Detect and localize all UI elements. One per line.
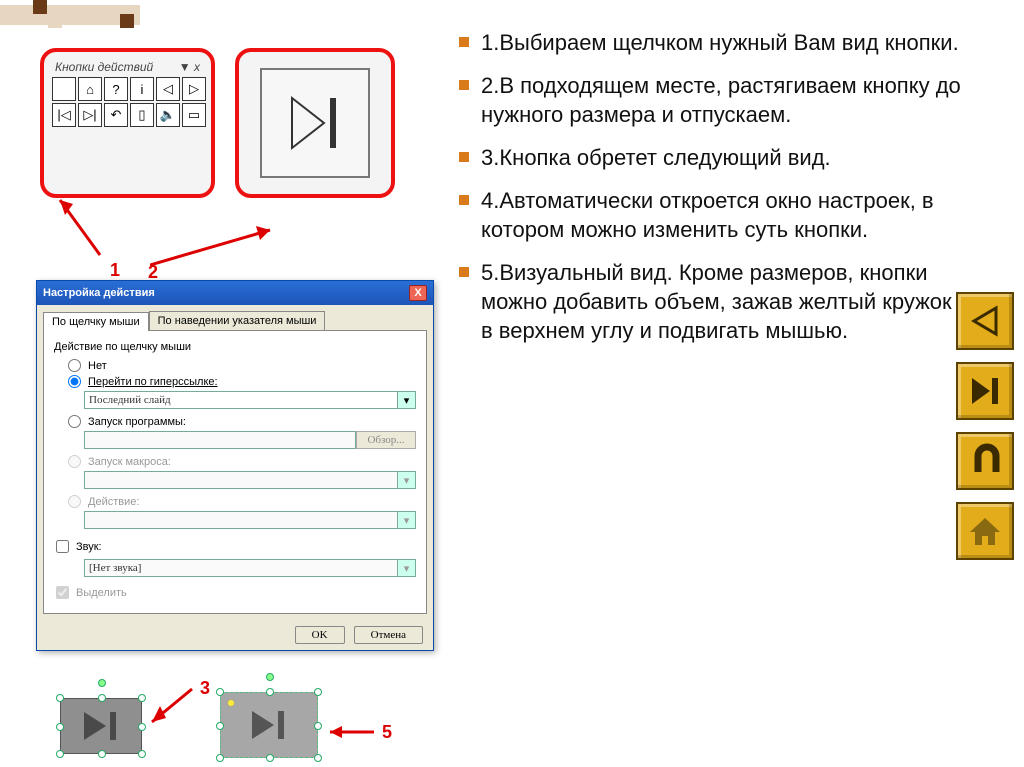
radio-macro-label: Запуск макроса: [88, 456, 171, 468]
arrow-3-icon [142, 684, 202, 734]
next-skip-icon [280, 88, 350, 158]
toolbar-btn-sound-icon[interactable]: 🔈 [156, 103, 180, 127]
radio-hyperlink[interactable] [68, 375, 81, 388]
group-label: Действие по щелчку мыши [54, 341, 416, 353]
home-icon [966, 512, 1004, 550]
u-turn-icon [966, 442, 1004, 480]
bevel-adjust-handle[interactable] [227, 699, 235, 707]
nav-prev-button[interactable] [956, 292, 1014, 350]
tab-on-click[interactable]: По щелчку мыши [43, 312, 149, 331]
toolbar-btn-last-icon[interactable]: ▷| [78, 103, 102, 127]
toolbar-grid: ⌂ ? i ◁ ▷ |◁ ▷| ↶ ▯ 🔈 ▭ [52, 77, 203, 127]
chevron-down-icon[interactable]: ▾ [398, 391, 416, 409]
toolbar-window-controls[interactable]: ▼ x [179, 61, 200, 73]
list-item: 5.Визуальный вид. Кроме размеров, кнопки… [455, 258, 965, 345]
chevron-down-icon: ▾ [398, 471, 416, 489]
radio-macro [68, 455, 81, 468]
radio-run-program-label: Запуск программы: [88, 416, 186, 428]
annotation-1: 1 [110, 260, 120, 281]
list-item: 3.Кнопка обретет следующий вид. [455, 143, 965, 172]
toolbar-btn-prev-icon[interactable]: ◁ [156, 77, 180, 101]
radio-action [68, 495, 81, 508]
annotation-3: 3 [200, 678, 210, 699]
toolbar-btn-help-icon[interactable]: ? [104, 77, 128, 101]
toolbar-title: Кнопки действий [55, 61, 153, 73]
tab-on-hover[interactable]: По наведении указателя мыши [149, 311, 326, 330]
next-skip-icon [244, 705, 294, 745]
cancel-button[interactable]: Отмена [354, 626, 423, 644]
button-preview-frame [260, 68, 370, 178]
toolbar-btn-document-icon[interactable]: ▯ [130, 103, 154, 127]
run-program-field [84, 431, 356, 449]
dialog-titlebar[interactable]: Настройка действия X [37, 281, 433, 305]
chevron-down-icon: ▾ [398, 511, 416, 529]
close-icon[interactable]: X [409, 285, 427, 301]
chevron-down-icon: ▾ [398, 559, 416, 577]
list-item: 2.В подходящем месте, растягиваем кнопку… [455, 71, 965, 129]
radio-none-label: Нет [88, 360, 107, 372]
toolbar-btn-home-icon[interactable]: ⌂ [78, 77, 102, 101]
toolbar-btn-next-icon[interactable]: ▷ [182, 77, 206, 101]
toolbar-btn-empty-icon[interactable] [52, 77, 76, 101]
placed-button-sample-2[interactable] [220, 692, 318, 758]
radio-action-label: Действие: [88, 496, 139, 508]
nav-return-button[interactable] [956, 432, 1014, 490]
checkbox-sound[interactable] [56, 540, 69, 553]
nav-home-button[interactable] [956, 502, 1014, 560]
checkbox-sound-label: Звук: [76, 541, 102, 553]
action-settings-dialog: Настройка действия X По щелчку мыши По н… [36, 280, 434, 651]
button-preview-panel [235, 48, 395, 198]
dialog-title: Настройка действия [43, 287, 155, 299]
toolbar-btn-movie-icon[interactable]: ▭ [182, 103, 206, 127]
last-icon [968, 374, 1002, 408]
toolbar-btn-return-icon[interactable]: ↶ [104, 103, 128, 127]
action-buttons-toolbar: Кнопки действий ▼ x ⌂ ? i ◁ ▷ |◁ ▷| ↶ ▯ … [40, 48, 215, 198]
checkbox-highlight [56, 586, 69, 599]
nav-button-samples [956, 292, 1014, 560]
arrow-2-icon [150, 220, 280, 280]
ok-button[interactable]: OK [295, 626, 345, 644]
arrow-5-icon [322, 720, 382, 744]
macro-combo [84, 471, 398, 489]
arrow-1-icon [45, 190, 115, 270]
sound-combo [84, 559, 398, 577]
annotation-5: 5 [382, 722, 392, 743]
hyperlink-combo[interactable] [84, 391, 398, 409]
instructions-list: 1.Выбираем щелчком нужный Вам вид кнопки… [455, 28, 965, 359]
checkbox-highlight-label: Выделить [76, 587, 127, 599]
browse-button: Обзор... [356, 431, 416, 449]
list-item: 4.Автоматически откроется окно настроек,… [455, 186, 965, 244]
toolbar-btn-info-icon[interactable]: i [130, 77, 154, 101]
prev-icon [968, 304, 1002, 338]
action-combo [84, 511, 398, 529]
next-skip-icon [78, 708, 124, 744]
radio-run-program[interactable] [68, 415, 81, 428]
radio-none[interactable] [68, 359, 81, 372]
radio-hyperlink-label: Перейти по гиперссылке: [88, 376, 218, 388]
toolbar-btn-first-icon[interactable]: |◁ [52, 103, 76, 127]
placed-button-sample-1[interactable] [60, 698, 142, 754]
dialog-body: Действие по щелчку мыши Нет Перейти по г… [43, 330, 427, 614]
nav-last-button[interactable] [956, 362, 1014, 420]
list-item: 1.Выбираем щелчком нужный Вам вид кнопки… [455, 28, 965, 57]
